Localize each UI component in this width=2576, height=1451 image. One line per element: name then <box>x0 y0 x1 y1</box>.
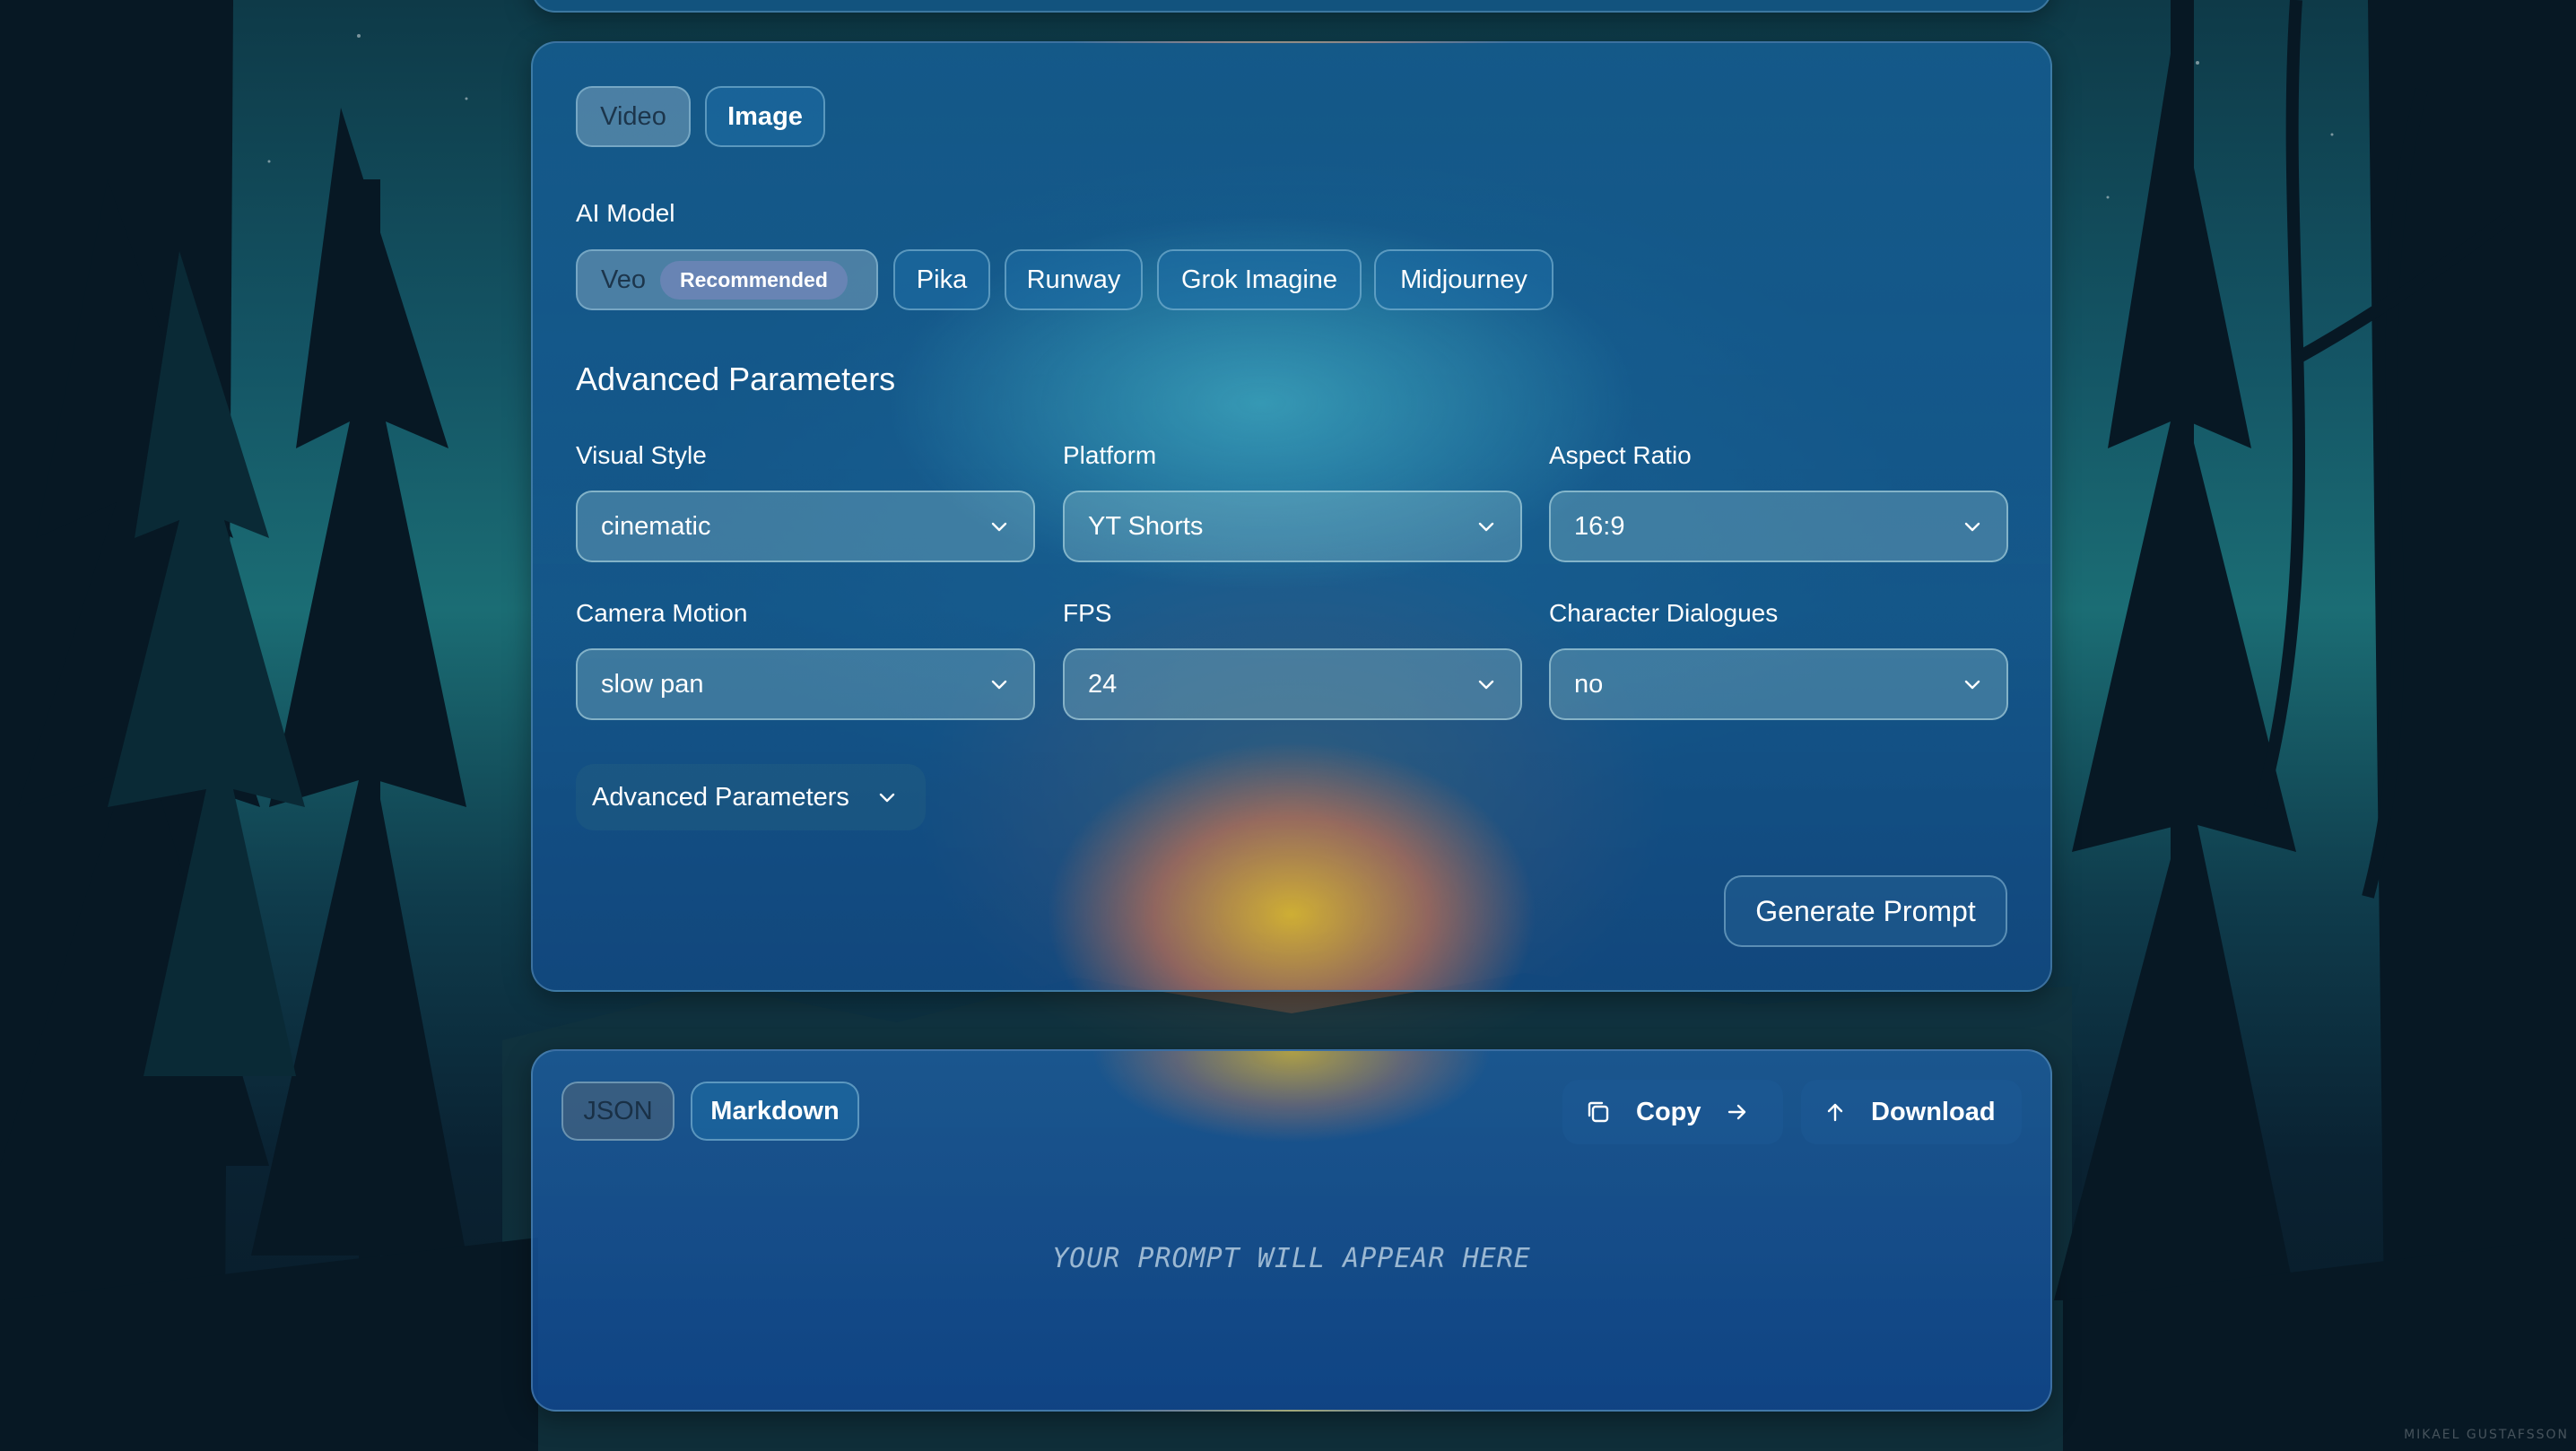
ai-model-label: AI Model <box>576 199 675 227</box>
camera-motion-select[interactable]: slow pan <box>576 648 1035 720</box>
camera-motion-label: Camera Motion <box>576 599 748 627</box>
chevron-down-icon <box>1478 680 1494 690</box>
fps-label: FPS <box>1063 599 1112 627</box>
visual-style-value: cinematic <box>601 511 711 541</box>
chevron-down-icon <box>991 680 1007 690</box>
advanced-toggle-label: Advanced Parameters <box>592 782 849 812</box>
model-option-label: Veo <box>601 265 646 294</box>
fps-select[interactable]: 24 <box>1063 648 1522 720</box>
aspect-ratio-select[interactable]: 16:9 <box>1549 491 2008 562</box>
tab-image[interactable]: Image <box>705 86 825 147</box>
model-option-grok-imagine[interactable]: Grok Imagine <box>1157 249 1362 310</box>
character-dialogues-select[interactable]: no <box>1549 648 2008 720</box>
fps-value: 24 <box>1088 669 1118 699</box>
download-button[interactable]: Download <box>1801 1080 2022 1144</box>
advanced-parameters-heading: Advanced Parameters <box>576 361 896 397</box>
copy-label: Copy <box>1636 1097 1701 1126</box>
visual-style-label: Visual Style <box>576 441 707 469</box>
platform-label: Platform <box>1063 441 1157 469</box>
model-option-pika[interactable]: Pika <box>893 249 990 310</box>
chevron-down-icon <box>1964 522 1980 532</box>
platform-select[interactable]: YT Shorts <box>1063 491 1522 562</box>
chevron-down-icon <box>1478 522 1494 532</box>
model-option-runway[interactable]: Runway <box>1005 249 1143 310</box>
advanced-parameters-toggle[interactable]: Advanced Parameters <box>576 764 926 830</box>
chevron-down-icon <box>1964 680 1980 690</box>
copy-icon <box>1588 1101 1609 1123</box>
arrow-right-icon <box>1727 1104 1745 1120</box>
platform-value: YT Shorts <box>1088 511 1204 541</box>
chevron-down-icon <box>879 793 895 803</box>
download-label: Download <box>1871 1097 1996 1126</box>
tab-json[interactable]: JSON <box>561 1082 674 1141</box>
character-dialogues-label: Character Dialogues <box>1549 599 1779 627</box>
recommended-badge: Recommended <box>660 260 848 300</box>
copy-button[interactable]: Copy <box>1562 1080 1783 1144</box>
camera-motion-value: slow pan <box>601 669 704 699</box>
artist-watermark: MIKAEL GUSTAFSSON <box>2404 1428 2569 1442</box>
generate-prompt-button[interactable]: Generate Prompt <box>1724 875 2007 947</box>
tab-markdown[interactable]: Markdown <box>691 1082 859 1141</box>
character-dialogues-value: no <box>1574 669 1604 699</box>
tab-video[interactable]: Video <box>576 86 691 147</box>
aspect-ratio-label: Aspect Ratio <box>1549 441 1692 469</box>
model-option-midjourney[interactable]: Midjourney <box>1374 249 1553 310</box>
chevron-down-icon <box>991 522 1007 532</box>
prompt-placeholder: YOUR PROMPT WILL APPEAR HERE <box>1052 1243 1531 1274</box>
previous-panel <box>531 0 2052 13</box>
aspect-ratio-value: 16:9 <box>1574 511 1625 541</box>
visual-style-select[interactable]: cinematic <box>576 491 1035 562</box>
arrow-up-icon <box>1827 1103 1843 1122</box>
model-option-veo[interactable]: Veo Recommended <box>576 249 878 310</box>
